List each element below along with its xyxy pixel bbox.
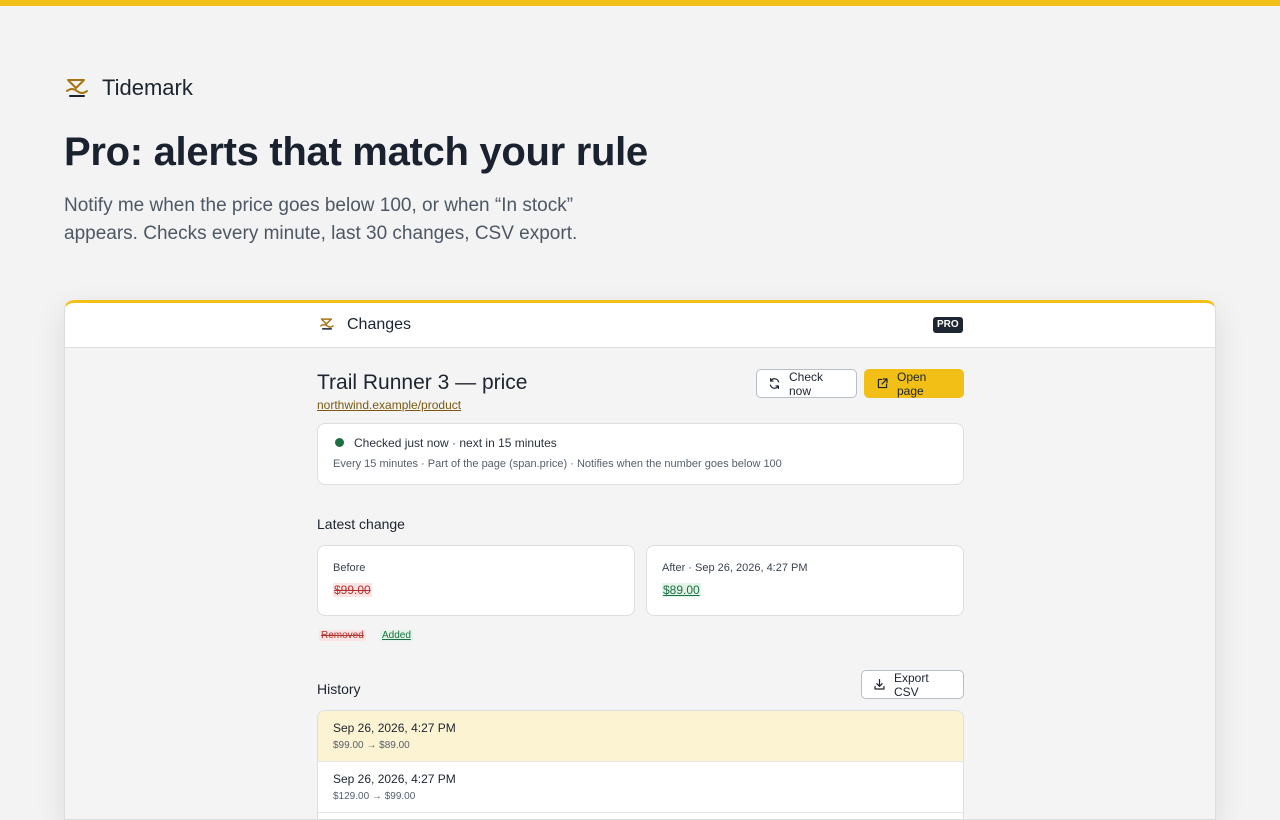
history-list: Sep 26, 2026, 4:27 PM $99.00 → $89.00 Se… (317, 710, 964, 819)
history-row-change: $99.00 → $89.00 (333, 740, 410, 751)
history-row[interactable]: Sep 26, 2026, 4:27 PM $99.00 → $89.00 (318, 711, 963, 762)
history-row-date: Sep 26, 2026, 4:27 PM (333, 772, 456, 786)
history-row-change: $129.00 → $99.00 (333, 791, 416, 802)
diff-after-value: $89.00 (662, 583, 701, 597)
status-line: Checked just now · next in 15 minutes (354, 436, 557, 450)
page-subtitle: Notify me when the price goes below 100,… (64, 195, 578, 244)
download-icon (874, 679, 885, 690)
export-csv-label: Export CSV (894, 670, 929, 699)
monitor-title: Trail Runner 3 — price (317, 371, 528, 394)
panel-title: Changes (347, 316, 412, 333)
check-now-label: Check now (789, 369, 824, 398)
accent-top-bar (0, 0, 1280, 6)
history-row-date: Sep 26, 2026, 4:27 PM (333, 721, 456, 735)
open-page-label: Open page (897, 369, 927, 398)
tidemark-logo-icon (66, 79, 88, 97)
panel-header: Changes PRO (65, 303, 1215, 348)
changes-panel: Changes PRO Trail Runner 3 — price north… (64, 300, 1216, 820)
brand-name: Tidemark (102, 75, 193, 100)
brand[interactable]: Tidemark (64, 72, 193, 104)
export-csv-button[interactable]: Export CSV (861, 670, 964, 699)
external-link-icon (877, 378, 888, 389)
refresh-icon (769, 378, 780, 389)
legend-removed: Removed (319, 630, 366, 641)
history-heading: History (317, 681, 361, 697)
status-card: Checked just now · next in 15 minutes Ev… (317, 423, 964, 485)
diff-after-label: After · Sep 26, 2026, 4:27 PM (662, 562, 808, 574)
diff-before-card: Before $99.00 (317, 545, 635, 616)
latest-change-heading: Latest change (317, 516, 405, 532)
check-now-button[interactable]: Check now (756, 369, 857, 398)
status-ok-dot-icon (335, 438, 344, 447)
monitor-url-link[interactable]: northwind.example/product (317, 398, 461, 412)
diff-before-value: $99.00 (333, 583, 372, 597)
diff-before-label: Before (333, 562, 366, 574)
history-row[interactable]: Sep 26, 2026, 4:27 PM $129.00 → $99.00 (318, 762, 963, 813)
page-title: Pro: alerts that match your rule (64, 130, 648, 174)
open-page-button[interactable]: Open page (864, 369, 964, 398)
diff-after-card: After · Sep 26, 2026, 4:27 PM $89.00 (646, 545, 964, 616)
legend-added: Added (380, 630, 413, 641)
status-detail: Every 15 minutes · Part of the page (spa… (333, 458, 782, 470)
tidemark-logo-icon (320, 318, 334, 330)
pro-badge: PRO (933, 317, 963, 333)
